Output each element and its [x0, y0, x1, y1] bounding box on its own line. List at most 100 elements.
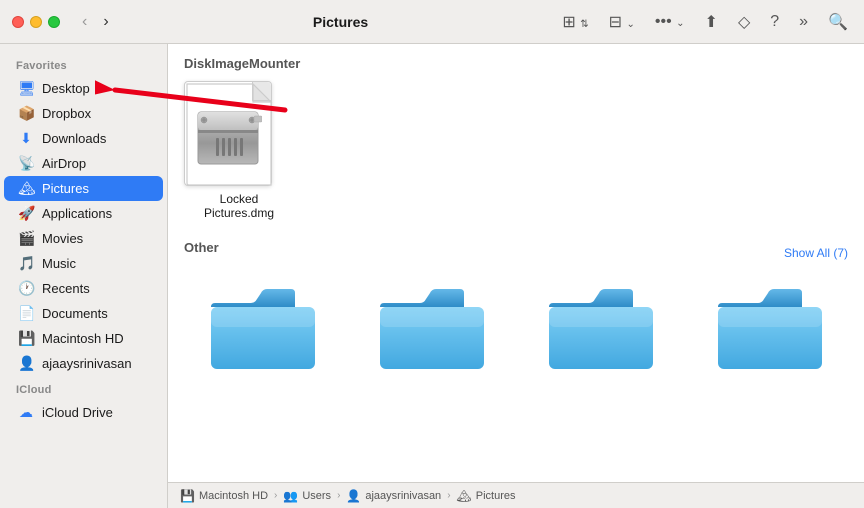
user-breadcrumb-icon: 👤 — [346, 489, 361, 503]
sidebar-item-label: Downloads — [42, 131, 106, 146]
tag-button[interactable]: ◇ — [734, 10, 754, 34]
title-bar: ‹ › Pictures ⊞ ⇅ ⊟ ⌄ ••• ⌄ ⬆ ◇ ? » 🔍 — [0, 0, 864, 44]
maximize-button[interactable] — [48, 16, 60, 28]
content-area: DiskImageMounter — [168, 44, 864, 508]
breadcrumb-pictures[interactable]: 🏔 Pictures — [457, 489, 516, 503]
sidebar-item-label: Macintosh HD — [42, 331, 124, 346]
show-all-button[interactable]: Show All (7) — [784, 246, 848, 260]
search-icon: 🔍 — [828, 14, 848, 31]
forward-button[interactable]: › — [97, 11, 114, 33]
sidebar-item-pictures[interactable]: 🏔 Pictures — [4, 176, 163, 201]
search-button[interactable]: 🔍 — [824, 10, 852, 34]
folder-grid — [184, 275, 848, 375]
breadcrumb-label: Pictures — [476, 490, 516, 502]
sidebar-item-recents[interactable]: 🕐 Recents — [4, 276, 163, 301]
macintosh-hd-icon: 💾 — [18, 330, 34, 347]
sidebar-item-label: Desktop — [42, 81, 90, 96]
breadcrumb-users[interactable]: 👥 Users — [283, 489, 331, 503]
gallery-view-button[interactable]: ⊟ ⌄ — [605, 10, 639, 34]
dmg-file-label: Locked Pictures.dmg — [184, 192, 294, 220]
disk-section-title: DiskImageMounter — [184, 56, 848, 71]
back-button[interactable]: ‹ — [76, 11, 93, 33]
sidebar-item-movies[interactable]: 🎬 Movies — [4, 226, 163, 251]
folder-icon — [372, 275, 492, 375]
main-layout: Favorites 🖥 Desktop 📦 Dropbox ⬇ Download… — [0, 44, 864, 508]
sidebar-item-user[interactable]: 👤 ajaaysrinivasan — [4, 351, 163, 376]
chevron-up-down-icon: ⇅ — [580, 19, 588, 30]
sidebar-item-downloads[interactable]: ⬇ Downloads — [4, 126, 163, 151]
traffic-lights — [12, 16, 60, 28]
help-button[interactable]: ? — [766, 11, 783, 33]
sidebar-item-label: ajaaysrinivasan — [42, 356, 132, 371]
user-icon: 👤 — [18, 355, 34, 372]
sidebar-item-music[interactable]: 🎵 Music — [4, 251, 163, 276]
favorites-label: Favorites — [0, 52, 167, 76]
music-icon: 🎵 — [18, 255, 34, 272]
documents-icon: 📄 — [18, 305, 34, 322]
pictures-icon: 🏔 — [18, 180, 34, 197]
share-icon: ⬆ — [705, 14, 718, 31]
sidebar-item-dropbox[interactable]: 📦 Dropbox — [4, 101, 163, 126]
chevron-icon-more: ⌄ — [676, 18, 684, 29]
question-mark-icon: ? — [770, 13, 779, 30]
sidebar-item-documents[interactable]: 📄 Documents — [4, 301, 163, 326]
ellipsis-icon: ••• — [655, 13, 672, 30]
sidebar-item-label: Documents — [42, 306, 108, 321]
breadcrumb-label: Users — [302, 490, 331, 502]
hdd-visual — [194, 108, 262, 173]
list-item[interactable] — [353, 275, 510, 375]
list-item[interactable] — [522, 275, 679, 375]
dmg-item[interactable]: Locked Pictures.dmg — [184, 81, 294, 220]
nav-buttons: ‹ › — [76, 11, 115, 33]
view-toggle-button[interactable]: ⊞ ⇅ — [558, 10, 592, 34]
sidebar-item-icloud-drive[interactable]: ☁ iCloud Drive — [4, 400, 163, 425]
movies-icon: 🎬 — [18, 230, 34, 247]
airdrop-icon: 📡 — [18, 155, 34, 172]
sidebar-item-label: Movies — [42, 231, 83, 246]
sidebar-item-applications[interactable]: 🚀 Applications — [4, 201, 163, 226]
icloud-drive-icon: ☁ — [18, 404, 34, 421]
tag-icon: ◇ — [738, 14, 750, 31]
sidebar-item-desktop[interactable]: 🖥 Desktop — [4, 76, 163, 101]
applications-icon: 🚀 — [18, 205, 34, 222]
breadcrumb-label: Macintosh HD — [199, 490, 268, 502]
close-button[interactable] — [12, 16, 24, 28]
icloud-label: iCloud — [0, 376, 167, 400]
breadcrumb-label: ajaaysrinivasan — [365, 490, 441, 502]
pictures-breadcrumb-icon: 🏔 — [457, 489, 472, 503]
other-section-title: Other — [184, 240, 219, 255]
breadcrumb-separator-3: › — [447, 490, 450, 501]
downloads-icon: ⬇ — [18, 130, 34, 147]
share-button[interactable]: ⬆ — [701, 10, 722, 34]
folder-icon — [710, 275, 830, 375]
sidebar-item-label: Pictures — [42, 181, 89, 196]
dmg-file-icon — [184, 81, 272, 186]
other-section-header: Other Show All (7) — [184, 240, 848, 265]
list-item[interactable] — [691, 275, 848, 375]
hd-icon: 💾 — [180, 489, 195, 503]
list-item[interactable] — [184, 275, 341, 375]
sidebar-item-label: Dropbox — [42, 106, 91, 121]
recents-icon: 🕐 — [18, 280, 34, 297]
other-section: Other Show All (7) — [184, 240, 848, 375]
folder-icon — [203, 275, 323, 375]
folder-icon — [541, 275, 661, 375]
sidebar-item-label: AirDrop — [42, 156, 86, 171]
sidebar-item-label: iCloud Drive — [42, 405, 113, 420]
chevron-right-double-icon: » — [799, 13, 808, 30]
gallery-icon: ⊟ — [609, 14, 622, 31]
minimize-button[interactable] — [30, 16, 42, 28]
breadcrumb-macintosh-hd[interactable]: 💾 Macintosh HD — [180, 489, 268, 503]
sidebar-item-label: Music — [42, 256, 76, 271]
more-options-button[interactable]: ••• ⌄ — [651, 11, 689, 33]
breadcrumb-separator-2: › — [337, 490, 340, 501]
sidebar-item-macintosh-hd[interactable]: 💾 Macintosh HD — [4, 326, 163, 351]
sidebar-item-airdrop[interactable]: 📡 AirDrop — [4, 151, 163, 176]
users-icon: 👥 — [283, 489, 298, 503]
content-scroll: DiskImageMounter — [168, 44, 864, 482]
breadcrumb-separator-1: › — [274, 490, 277, 501]
status-bar: 💾 Macintosh HD › 👥 Users › 👤 ajaaysriniv… — [168, 482, 864, 508]
dropbox-icon: 📦 — [18, 105, 34, 122]
breadcrumb-user[interactable]: 👤 ajaaysrinivasan — [346, 489, 441, 503]
extend-button[interactable]: » — [795, 11, 812, 33]
